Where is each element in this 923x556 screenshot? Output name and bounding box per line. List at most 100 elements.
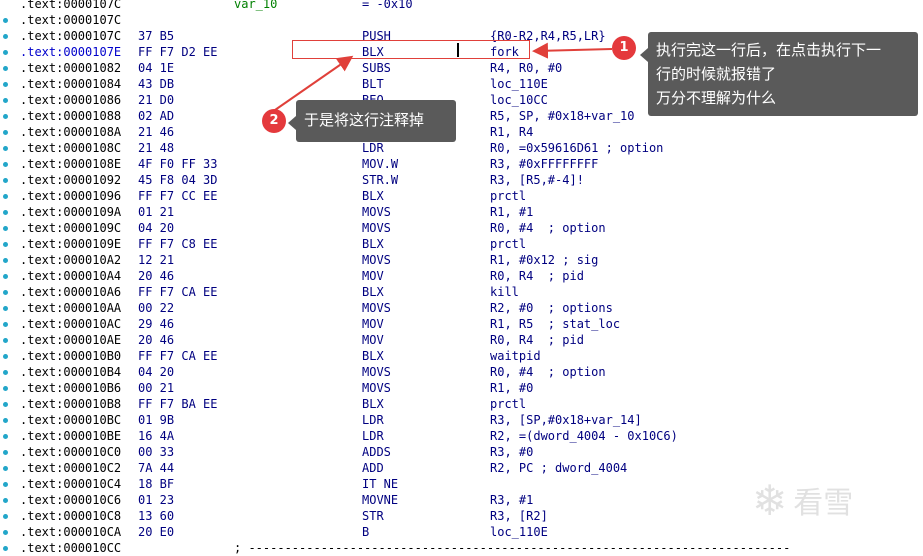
row-address: .text:000010C4 [20,477,122,491]
row-mnemonic: MOVS [362,301,391,315]
row-operands: R1, #0x12 ; sig [490,253,599,267]
listing-row[interactable]: .text:000010A4 20 46 MOV R0, R4 ; pid [0,268,923,284]
row-bytes: 01 23 [138,493,175,507]
listing-row[interactable]: .text:0000108E 4F F0 FF 33 MOV.W R3, #0xFFF… [0,156,923,172]
text-cursor [457,43,459,57]
row-bytes: 20 46 [138,269,175,283]
row-bytes: FF F7 CA EE [138,285,218,299]
row-bytes: 18 BF [138,477,175,491]
listing-row[interactable]: .text:000010BC 01 9B LDR R3, [SP,#0x18+var_… [0,412,923,428]
row-address: .text:000010A6 [20,285,122,299]
row-bytes: 04 20 [138,221,175,235]
row-bytes: 43 DB [138,77,175,91]
listing-row[interactable]: .text:000010BE 16 4A LDR R2, =(dword_4004 -… [0,428,923,444]
row-address: .text:00001086 [20,93,122,107]
row-operands: R1, R4 [490,125,534,139]
row-mnemonic: BLX [362,285,384,299]
row-address: .text:00001082 [20,61,122,75]
snowflake-icon: ❄ [752,475,788,525]
row-mnemonic: LDR [362,141,384,155]
row-address: .text:000010C0 [20,445,122,459]
tooltip-2-text: 于是将这行注释掉 [304,111,425,129]
row-bytes: 02 AD [138,109,175,123]
row-mnemonic: MOVS [362,365,391,379]
listing-row[interactable]: .text:000010AA 00 22 MOVS R2, #0 ; options [0,300,923,316]
listing-row[interactable]: .text:000010B4 04 20 MOVS R0, #4 ; option [0,364,923,380]
row-bytes: 13 60 [138,509,175,523]
tooltip-1-line-2: 行的时候就报错了 [656,65,777,83]
listing-row[interactable]: .text:000010CC ; ------------------------… [0,540,923,556]
row-address: .text:000010BE [20,429,122,443]
row-bytes: 21 48 [138,141,175,155]
listing-row[interactable]: .text:000010A2 12 21 MOVS R1, #0x12 ; sig [0,252,923,268]
row-bytes: FF F7 BA EE [138,397,218,411]
listing-row[interactable]: .text:000010AE 20 46 MOV R0, R4 ; pid [0,332,923,348]
annotation-badge-2: 2 [262,109,286,133]
row-mnemonic: STR.W [362,173,399,187]
listing-row[interactable]: .text:0000109E FF F7 C8 EE BLX prctl [0,236,923,252]
row-bytes: 20 46 [138,333,175,347]
row-bytes: 01 21 [138,205,175,219]
row-operands: prctl [490,397,527,411]
listing-row[interactable]: .text:00001096 FF F7 CC EE BLX prctl [0,188,923,204]
listing-row[interactable]: .text:000010B0 FF F7 CA EE BLX waitpid [0,348,923,364]
row-address: .text:000010CA [20,525,122,539]
row-mnemonic: MOV [362,333,384,347]
tooltip-1-line-1: 执行完这一行后，在点击执行下一 [656,41,882,59]
row-address: .text:00001084 [20,77,122,91]
listing-row[interactable]: .text:000010C0 00 33 ADDS R3, #0 [0,444,923,460]
listing-row[interactable]: .text:0000108C 21 48 LDR R0, =0x59616D61 ; … [0,140,923,156]
row-address: .text:0000107C [20,13,122,27]
listing-row[interactable]: .text:0000108A21 46MOVR1, R4 [0,124,923,140]
row-operands: R0, =0x59616D61 ; option [490,141,664,155]
tooltip-1-line-3: 万分不理解为什么 [656,89,777,107]
listing-row[interactable]: .text:000010B6 00 21 MOVS R1, #0 [0,380,923,396]
row-mnemonic: B [362,525,370,539]
listing-row[interactable]: .text:000010AC 29 46 MOV R1, R5 ; stat_loc [0,316,923,332]
row-operands: kill [490,285,519,299]
row-address: .text:000010C6 [20,493,122,507]
row-mnemonic: MOV [362,269,384,283]
row-mnemonic: STR [362,509,384,523]
listing-row[interactable]: .text:000010A6 FF F7 CA EE BLX kill [0,284,923,300]
row-separator: ; --------------------------------------… [234,541,791,555]
row-bytes: 20 E0 [138,525,175,539]
row-mnemonic: LDR [362,429,384,443]
row-operands: R3, #0xFFFFFFFF [490,157,599,171]
row-var-name: var_10 [234,0,278,11]
row-operands: R3, #0 [490,445,534,459]
row-bytes: 4F F0 FF 33 [138,157,218,171]
listing-row[interactable]: .text:0000109A 01 21 MOVS R1, #1 [0,204,923,220]
row-operands: R4, R0, #0 [490,61,563,75]
listing-row[interactable]: .text:0000107C var_10 = -0x10 [0,0,923,12]
row-mnemonic: SUBS [362,61,391,75]
row-mnemonic: BLX [362,349,384,363]
row-address: .text:000010BC [20,413,122,427]
annotation-badge-1: 1 [612,36,636,60]
row-operands: R2, #0 ; options [490,301,613,315]
row-mnemonic: MOVS [362,221,391,235]
row-address: .text:0000107C [20,29,122,43]
row-mnemonic: MOVS [362,253,391,267]
row-address: .text:000010B4 [20,365,122,379]
row-bytes: 00 33 [138,445,175,459]
row-mnemonic: MOV.W [362,157,399,171]
row-address: .text:000010C8 [20,509,122,523]
row-bytes: 21 D0 [138,93,175,107]
row-mnemonic: MOVS [362,381,391,395]
row-operands: R2, PC ; dword_4004 [490,461,628,475]
row-mnemonic: IT NE [362,477,399,491]
row-bytes: 00 22 [138,301,175,315]
watermark-text: 看雪 [793,486,854,521]
listing-row[interactable]: .text:00001092 45 F8 04 3D STR.W R3, [R5,#-… [0,172,923,188]
row-address: .text:00001096 [20,189,122,203]
listing-row[interactable]: .text:0000107C [0,12,923,28]
row-operands: prctl [490,189,527,203]
highlight-box [292,40,530,59]
row-operands: R2, =(dword_4004 - 0x10C6) [490,429,678,443]
annotation-tooltip-2: 于是将这行注释掉 [288,100,456,142]
listing-row[interactable]: .text:000010B8 FF F7 BA EE BLX prctl [0,396,923,412]
row-mnemonic: BLT [362,77,384,91]
annotation-tooltip-1: 执行完这一行后，在点击执行下一 行的时候就报错了 万分不理解为什么 [640,32,918,116]
listing-row[interactable]: .text:0000109C 04 20 MOVS R0, #4 ; option [0,220,923,236]
